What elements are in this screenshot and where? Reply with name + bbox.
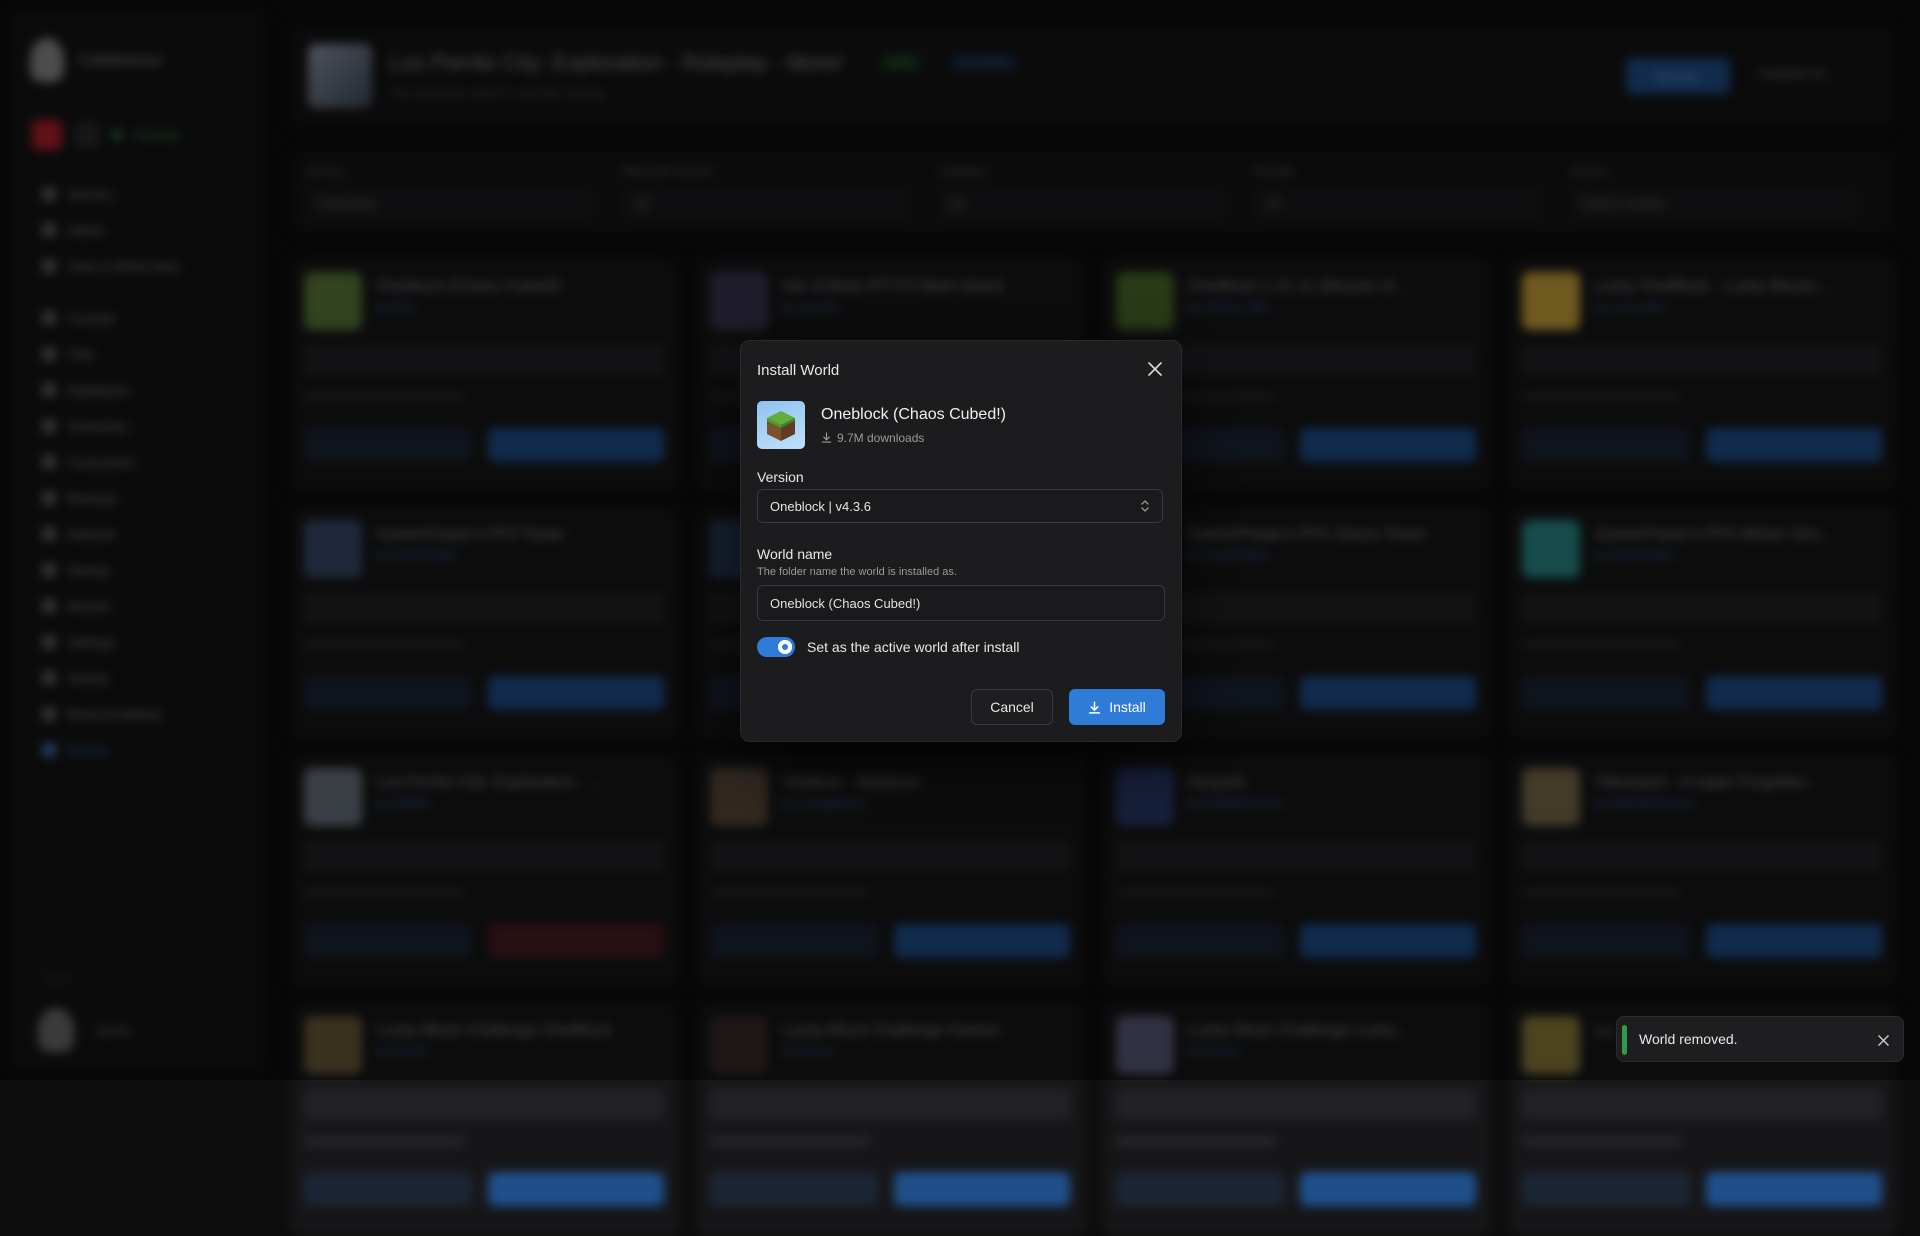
world-card-details-button [710, 1172, 878, 1206]
dialog-title: Install World [757, 362, 840, 379]
world-name-label: World name [757, 546, 833, 562]
close-icon [1877, 1034, 1889, 1046]
toast-close-button[interactable] [1875, 1032, 1891, 1048]
version-select[interactable]: Oneblock | v4.3.6 [757, 489, 1163, 523]
close-icon [1148, 362, 1162, 376]
download-icon [1089, 700, 1101, 714]
world-card-install-button [1706, 1172, 1882, 1206]
world-name-help: The folder name the world is installed a… [757, 566, 957, 578]
world-card-description [1522, 1088, 1882, 1120]
toast-status-bar [1622, 1025, 1627, 1055]
version-value: Oneblock | v4.3.6 [770, 498, 871, 514]
grass-block-icon [767, 411, 795, 441]
active-world-toggle[interactable] [757, 637, 795, 657]
world-card-downloads [710, 1136, 870, 1146]
world-card-description [710, 1088, 1070, 1120]
toast-message: World removed. [1639, 1031, 1738, 1047]
toast-notification: World removed. [1616, 1016, 1904, 1062]
active-world-toggle-label: Set as the active world after install [807, 639, 1020, 655]
download-icon [821, 432, 832, 443]
chevron-updown-icon [1141, 500, 1149, 512]
close-button[interactable] [1145, 359, 1165, 379]
world-card-details-button [1522, 1172, 1690, 1206]
install-button[interactable]: Install [1069, 689, 1165, 725]
download-count: 9.7M downloads [821, 431, 1006, 445]
world-card-install-button [894, 1172, 1070, 1206]
version-label: Version [757, 469, 804, 485]
world-card-description [1116, 1088, 1476, 1120]
world-card-details-button [1116, 1172, 1284, 1206]
install-world-dialog: Install World Oneblock (Chaos Cubed!) 9.… [740, 340, 1182, 742]
world-card-downloads [1522, 1136, 1682, 1146]
world-name: Oneblock (Chaos Cubed!) [821, 405, 1006, 423]
cancel-button[interactable]: Cancel [971, 689, 1053, 725]
world-card-install-button [1300, 1172, 1476, 1206]
world-summary: Oneblock (Chaos Cubed!) 9.7M downloads [757, 401, 1006, 449]
toggle-knob [778, 640, 792, 654]
world-card-install-button [488, 1172, 664, 1206]
world-card-details-button [304, 1172, 472, 1206]
world-name-input[interactable] [757, 585, 1165, 621]
active-world-toggle-row: Set as the active world after install [757, 637, 1019, 657]
world-card-description [304, 1088, 664, 1120]
world-card-downloads [1116, 1136, 1276, 1146]
world-card-downloads [304, 1136, 464, 1146]
world-thumbnail [757, 401, 805, 449]
